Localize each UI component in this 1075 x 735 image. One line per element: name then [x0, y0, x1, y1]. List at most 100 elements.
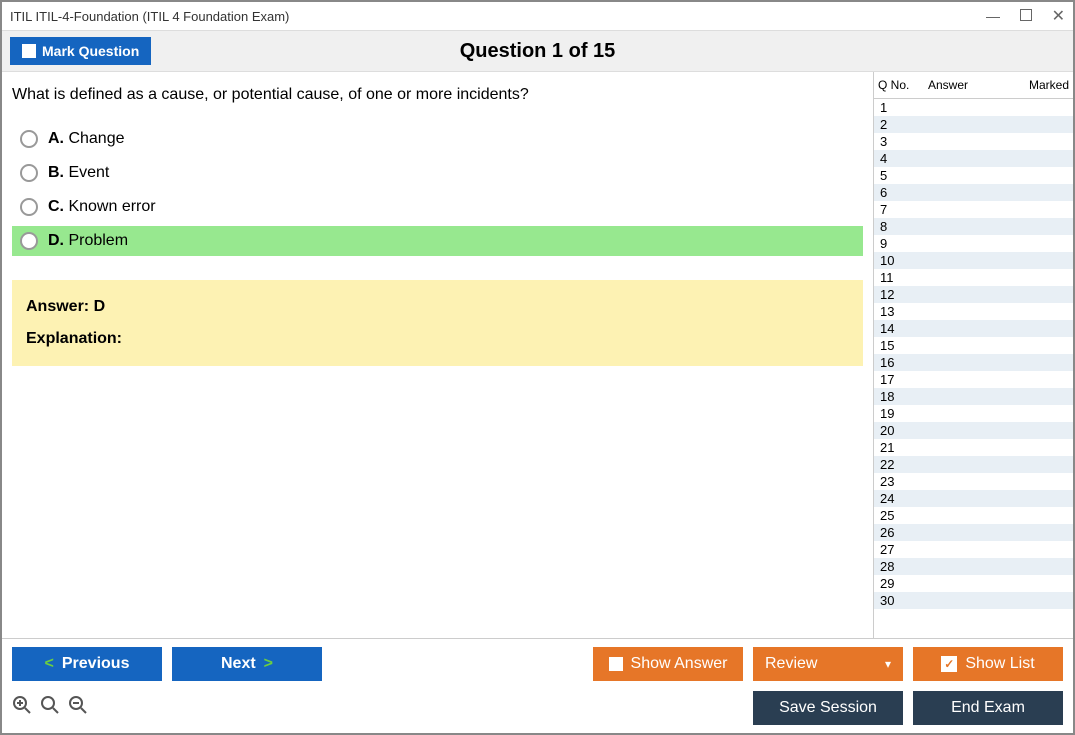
zoom-controls: [12, 695, 88, 721]
question-list-row[interactable]: 13: [874, 303, 1073, 320]
question-list-row[interactable]: 23: [874, 473, 1073, 490]
window-controls: ✕: [986, 6, 1065, 26]
question-list-row[interactable]: 10: [874, 252, 1073, 269]
question-list-row[interactable]: 27: [874, 541, 1073, 558]
show-list-label: Show List: [965, 655, 1034, 673]
chevron-right-icon: >: [264, 655, 273, 673]
next-label: Next: [221, 655, 256, 673]
previous-label: Previous: [62, 655, 130, 673]
mark-question-checkbox-icon: [22, 44, 36, 58]
question-number: 17: [880, 372, 910, 387]
question-list-row[interactable]: 24: [874, 490, 1073, 507]
question-list-row[interactable]: 22: [874, 456, 1073, 473]
radio-icon: [20, 130, 38, 148]
question-number: 29: [880, 576, 910, 591]
question-list[interactable]: 1234567891011121314151617181920212223242…: [874, 99, 1073, 638]
question-number: 19: [880, 406, 910, 421]
zoom-reset-icon[interactable]: [40, 695, 60, 721]
caret-down-icon: ▾: [885, 657, 891, 671]
question-number: 14: [880, 321, 910, 336]
zoom-out-icon[interactable]: [68, 695, 88, 721]
question-list-row[interactable]: 18: [874, 388, 1073, 405]
bottom-row-1: < Previous Next > Show Answer Review ▾ ✓…: [12, 647, 1063, 681]
question-text: What is defined as a cause, or potential…: [12, 86, 863, 104]
question-list-row[interactable]: 15: [874, 337, 1073, 354]
show-answer-label: Show Answer: [631, 655, 728, 673]
previous-button[interactable]: < Previous: [12, 647, 162, 681]
save-session-label: Save Session: [779, 699, 877, 717]
answer-option[interactable]: C. Known error: [12, 192, 863, 222]
maximize-icon[interactable]: [1020, 8, 1032, 24]
question-list-row[interactable]: 29: [874, 575, 1073, 592]
question-number: 28: [880, 559, 910, 574]
review-label: Review: [765, 655, 817, 673]
app-window: ITIL ITIL-4-Foundation (ITIL 4 Foundatio…: [0, 0, 1075, 735]
close-icon[interactable]: ✕: [1052, 6, 1065, 26]
review-dropdown[interactable]: Review ▾: [753, 647, 903, 681]
question-number: 1: [880, 100, 910, 115]
question-list-row[interactable]: 8: [874, 218, 1073, 235]
question-number: 9: [880, 236, 910, 251]
option-label: C. Known error: [48, 198, 156, 216]
radio-icon: [20, 198, 38, 216]
option-label: B. Event: [48, 164, 109, 182]
question-number: 11: [880, 270, 910, 285]
question-number: 12: [880, 287, 910, 302]
question-list-row[interactable]: 16: [874, 354, 1073, 371]
question-number: 6: [880, 185, 910, 200]
show-answer-checkbox-icon: [609, 657, 623, 671]
question-heading: Question 1 of 15: [460, 40, 616, 63]
question-list-row[interactable]: 3: [874, 133, 1073, 150]
question-number: 7: [880, 202, 910, 217]
question-number: 23: [880, 474, 910, 489]
question-number: 8: [880, 219, 910, 234]
question-list-row[interactable]: 30: [874, 592, 1073, 609]
question-number: 4: [880, 151, 910, 166]
end-exam-button[interactable]: End Exam: [913, 691, 1063, 725]
question-list-row[interactable]: 19: [874, 405, 1073, 422]
question-list-row[interactable]: 1: [874, 99, 1073, 116]
question-list-row[interactable]: 4: [874, 150, 1073, 167]
minimize-icon[interactable]: [986, 8, 1000, 24]
question-number: 5: [880, 168, 910, 183]
mark-question-button[interactable]: Mark Question: [10, 37, 151, 65]
question-list-row[interactable]: 6: [874, 184, 1073, 201]
col-marked: Marked: [1019, 78, 1069, 92]
question-number: 21: [880, 440, 910, 455]
show-list-button[interactable]: ✓ Show List: [913, 647, 1063, 681]
question-list-row[interactable]: 9: [874, 235, 1073, 252]
answer-option[interactable]: A. Change: [12, 124, 863, 154]
mark-question-label: Mark Question: [42, 43, 139, 59]
col-answer: Answer: [928, 78, 1019, 92]
question-number: 2: [880, 117, 910, 132]
question-list-row[interactable]: 28: [874, 558, 1073, 575]
question-list-row[interactable]: 17: [874, 371, 1073, 388]
option-label: D. Problem: [48, 232, 128, 250]
question-list-row[interactable]: 5: [874, 167, 1073, 184]
question-list-row[interactable]: 20: [874, 422, 1073, 439]
question-list-row[interactable]: 26: [874, 524, 1073, 541]
zoom-in-icon[interactable]: [12, 695, 32, 721]
question-list-row[interactable]: 2: [874, 116, 1073, 133]
answer-option[interactable]: D. Problem: [12, 226, 863, 256]
question-list-row[interactable]: 12: [874, 286, 1073, 303]
question-number: 27: [880, 542, 910, 557]
next-button[interactable]: Next >: [172, 647, 322, 681]
question-list-row[interactable]: 14: [874, 320, 1073, 337]
answer-option[interactable]: B. Event: [12, 158, 863, 188]
bottom-bar: < Previous Next > Show Answer Review ▾ ✓…: [2, 638, 1073, 733]
question-number: 20: [880, 423, 910, 438]
question-list-row[interactable]: 11: [874, 269, 1073, 286]
question-number: 25: [880, 508, 910, 523]
question-number: 16: [880, 355, 910, 370]
question-number: 24: [880, 491, 910, 506]
header-bar: Mark Question Question 1 of 15: [2, 30, 1073, 72]
question-list-row[interactable]: 25: [874, 507, 1073, 524]
question-list-row[interactable]: 7: [874, 201, 1073, 218]
show-answer-button[interactable]: Show Answer: [593, 647, 743, 681]
question-list-row[interactable]: 21: [874, 439, 1073, 456]
save-session-button[interactable]: Save Session: [753, 691, 903, 725]
radio-icon: [20, 232, 38, 250]
answer-line: Answer: D: [26, 298, 849, 316]
bottom-row-2: Save Session End Exam: [12, 691, 1063, 725]
